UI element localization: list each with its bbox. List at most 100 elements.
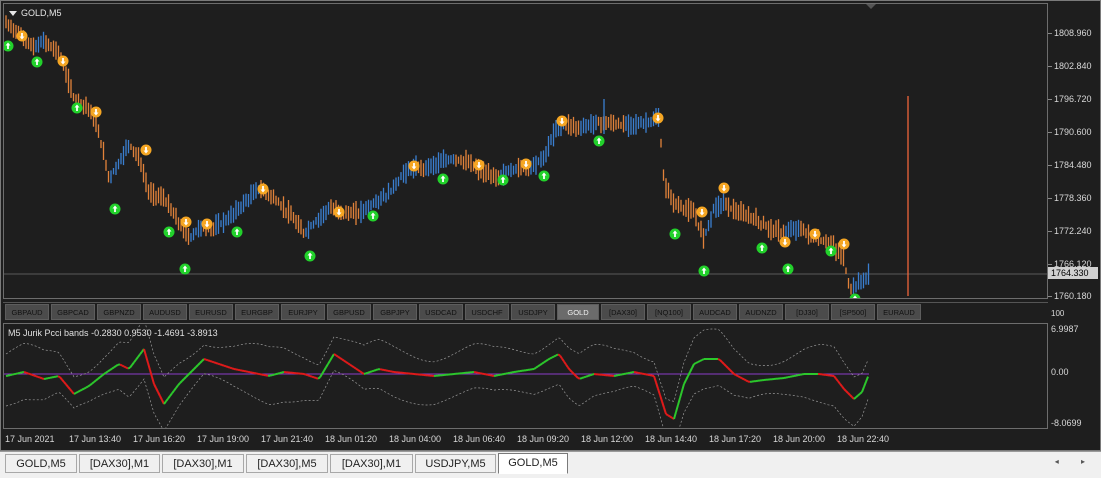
price-axis-tick: 1802.840 <box>1048 61 1092 71</box>
cci-segment <box>865 376 869 383</box>
buy-arrow-icon <box>163 226 175 238</box>
price-chart-pane[interactable]: GOLD,M5 <box>3 3 1048 299</box>
cci-segment <box>75 391 79 394</box>
symbol-button-nq100[interactable]: [NQ100] <box>647 304 691 320</box>
symbol-button-dax30[interactable]: [DAX30] <box>601 304 645 320</box>
chart-window[interactable]: GOLD,M5 1808.960 1802.840 1796.720 1790.600… <box>0 0 1101 451</box>
buy-arrow-icon <box>304 250 316 262</box>
indicator-pane[interactable]: M5 Jurik Pcci bands -0.2830 0.9530 -1.46… <box>3 323 1048 429</box>
cci-segment <box>275 372 279 376</box>
cci-segment <box>191 368 195 372</box>
symbol-button-gbpnzd[interactable]: GBPNZD <box>97 304 141 320</box>
symbol-button-gold[interactable]: GOLD <box>557 304 599 320</box>
cci-segment <box>15 372 19 375</box>
cci-segment <box>193 366 197 370</box>
cci-segment <box>163 400 167 405</box>
cci-segment <box>221 364 225 367</box>
cci-segment <box>735 374 739 377</box>
cci-segment <box>857 393 861 397</box>
symbol-button-audcad[interactable]: AUDCAD <box>693 304 737 320</box>
chart-tab[interactable]: [DAX30],M1 <box>330 454 413 473</box>
cci-segment <box>25 371 29 375</box>
chart-tab[interactable]: [DAX30],M1 <box>79 454 160 473</box>
symbol-button-usdchf[interactable]: USDCHF <box>465 304 509 320</box>
cci-segment <box>155 387 159 393</box>
cci-segment <box>183 376 187 380</box>
cci-segment <box>101 373 105 377</box>
time-axis[interactable]: 17 Jun 2021 17 Jun 13:40 17 Jun 16:20 17 Ju… <box>3 431 1048 449</box>
cci-segment <box>335 354 339 358</box>
cci-segment <box>207 359 211 362</box>
cci-segment <box>559 354 563 360</box>
buy-arrow-icon <box>109 203 121 215</box>
chart-tab[interactable]: GOLD,M5 <box>5 454 77 473</box>
buy-arrow-icon <box>31 56 43 68</box>
cci-segment <box>307 374 311 377</box>
chart-symbol-title[interactable]: GOLD,M5 <box>9 8 62 18</box>
indicator-axis-tick: -8.0699 <box>1051 418 1082 428</box>
symbol-button-gbpaud[interactable]: GBPAUD <box>5 304 49 320</box>
cci-segment <box>861 386 865 393</box>
cci-segment <box>667 414 671 418</box>
cci-segment <box>841 385 845 390</box>
chart-tab[interactable]: [DAX30],M1 <box>162 454 244 473</box>
symbol-button-euraud[interactable]: EURAUD <box>877 304 921 320</box>
cci-segment <box>57 375 61 379</box>
symbol-button-sp500[interactable]: [SP500] <box>831 304 875 320</box>
indicator-values: -0.2830 0.9530 -1.4691 -3.8913 <box>91 328 218 338</box>
price-axis-tick: 1808.960 <box>1048 28 1092 38</box>
cci-segment <box>73 392 77 395</box>
symbol-button-eurusd[interactable]: EURUSD <box>189 304 233 320</box>
sell-arrow-icon <box>180 216 192 228</box>
symbol-button-gbpcad[interactable]: GBPCAD <box>51 304 95 320</box>
cci-segment <box>31 373 35 377</box>
cci-segment <box>557 353 561 357</box>
symbol-button-gbpjpy[interactable]: GBPJPY <box>373 304 417 320</box>
symbol-button-eurjpy[interactable]: EURJPY <box>281 304 325 320</box>
cci-segment <box>669 415 673 419</box>
tab-scroll-arrows-icon[interactable]: ◂ ▸ <box>1055 457 1095 466</box>
cci-segment <box>157 391 161 397</box>
cci-segment <box>575 375 579 379</box>
cci-segment <box>665 413 669 417</box>
symbol-button-dj30[interactable]: [DJ30] <box>785 304 829 320</box>
cci-segment <box>147 362 151 371</box>
cci-segment <box>105 370 109 374</box>
sell-arrow-icon <box>838 238 850 250</box>
symbol-button-usdcad[interactable]: USDCAD <box>419 304 463 320</box>
chart-tab[interactable]: [DAX30],M5 <box>246 454 328 473</box>
cci-segment <box>743 378 747 382</box>
cci-segment <box>565 363 569 369</box>
symbol-button-eurgbp[interactable]: EURGBP <box>235 304 279 320</box>
symbol-button-audusd[interactable]: AUDUSD <box>143 304 187 320</box>
chart-tab[interactable]: GOLD,M5 <box>498 453 568 474</box>
cci-segment <box>539 362 543 366</box>
chart-tab[interactable]: USDJPY,M5 <box>415 454 496 473</box>
symbol-button-gbpusd[interactable]: GBPUSD <box>327 304 371 320</box>
cci-segment <box>537 364 541 368</box>
caret-down-icon[interactable] <box>9 10 17 16</box>
cci-segment <box>657 388 661 396</box>
cci-segment <box>333 353 337 357</box>
cci-segment <box>229 366 233 370</box>
cci-segment <box>833 375 837 380</box>
cci-segment <box>343 359 347 363</box>
cci-segment <box>37 375 41 379</box>
cci-segment <box>227 366 231 369</box>
cci-segment <box>215 362 219 365</box>
cci-segment <box>143 348 147 357</box>
cci-segment <box>859 391 863 395</box>
indicator-axis[interactable]: 100 6.9987 0.00 -8.0699 <box>1048 309 1100 429</box>
cci-segment <box>305 373 309 377</box>
cci-segment <box>535 365 539 369</box>
symbol-button-audnzd[interactable]: AUDNZD <box>739 304 783 320</box>
cci-segment <box>589 373 593 377</box>
cci-segment <box>533 366 537 370</box>
price-axis-tick: 1784.480 <box>1048 160 1092 170</box>
symbol-button-usdjpy[interactable]: USDJPY <box>511 304 555 320</box>
cci-segment <box>121 364 125 368</box>
cci-segment <box>165 398 169 402</box>
price-axis[interactable]: 1808.960 1802.840 1796.720 1790.600 1784.480… <box>1048 3 1100 301</box>
cci-segment <box>23 371 27 374</box>
cci-segment <box>135 356 139 361</box>
